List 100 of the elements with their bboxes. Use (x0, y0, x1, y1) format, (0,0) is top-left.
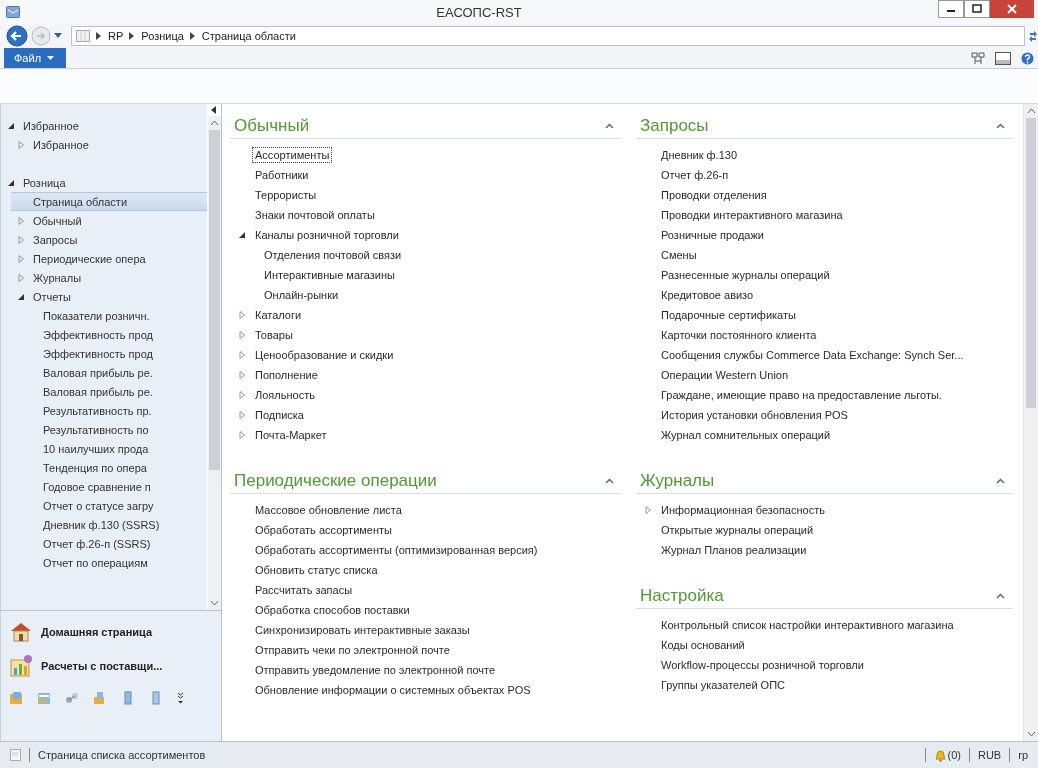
help-icon[interactable] (1021, 51, 1034, 65)
collapse-pane-icon[interactable] (211, 106, 217, 114)
network-icon[interactable] (65, 691, 79, 705)
nav-item[interactable]: Отчет по операциям (21, 553, 207, 572)
company-indicator[interactable]: rp (1018, 749, 1028, 761)
nav-item[interactable]: Отчет о статусе загру (21, 496, 207, 515)
menu-link[interactable]: Коды оснований (658, 637, 748, 653)
menu-link[interactable]: Дневник ф.130 (658, 147, 741, 163)
refresh-icon[interactable] (1028, 30, 1038, 42)
menu-link[interactable]: Лояльность (252, 387, 318, 403)
menu-link[interactable]: Проводки интерактивного магазина (658, 207, 846, 223)
menu-link[interactable]: Синхронизировать интерактивные заказы (252, 622, 473, 638)
collapse-icon[interactable] (996, 123, 1005, 129)
nav-item[interactable]: Эффективность прод (21, 344, 207, 363)
menu-link[interactable]: Сообщения службы Commerce Data Exchange: Synch Ser... (658, 347, 967, 363)
menu-link[interactable]: Операции Western Union (658, 367, 792, 383)
menu-link[interactable]: Обновить статус списка (252, 562, 381, 578)
menu-link[interactable]: Каналы розничной торговли (252, 227, 402, 243)
collapse-icon[interactable] (996, 478, 1005, 484)
nav-item[interactable]: Запросы (11, 230, 207, 249)
menu-link[interactable]: Каталоги (252, 307, 305, 323)
nav-item[interactable]: 10 наилучших прода (21, 439, 207, 458)
menu-link[interactable]: Знаки почтовой оплаты (252, 207, 378, 223)
shortcut-link[interactable]: Расчеты с поставщи... (9, 651, 213, 681)
menu-link[interactable]: История установки обновления POS (658, 407, 851, 423)
more-icon[interactable] (177, 692, 184, 704)
menu-link[interactable]: Ценообразование и скидки (252, 347, 397, 363)
menu-link[interactable]: Товары (252, 327, 296, 343)
menu-link[interactable]: Интерактивные магазины (261, 267, 398, 283)
menu-link[interactable]: Подарочные сертификаты (658, 307, 799, 323)
scroll-up-icon[interactable] (1026, 108, 1036, 114)
nav-item[interactable]: Отчет ф.26-п (SSRS) (21, 534, 207, 553)
pane-icon[interactable] (995, 51, 1011, 65)
nav-item[interactable]: Обычный (11, 211, 207, 230)
menu-link[interactable]: Отчет ф.26-п (658, 167, 732, 183)
menu-link[interactable]: Отправить чеки по электронной почте (252, 642, 453, 658)
menu-link[interactable]: Карточки постоянного клиента (658, 327, 820, 343)
menu-link[interactable]: Обработать ассортименты (оптимизированная версия) (252, 542, 541, 558)
document-icon[interactable] (121, 691, 135, 705)
breadcrumb-link[interactable]: Страница области (201, 30, 296, 42)
menu-link[interactable]: Смены (658, 247, 700, 263)
nav-item[interactable]: Тенденция по опера (21, 458, 207, 477)
nav-item[interactable]: Результативность по (21, 420, 207, 439)
menu-link[interactable]: Почта-Маркет (252, 427, 330, 443)
hierarchy-icon[interactable] (971, 51, 985, 65)
nav-item[interactable]: Избранное (1, 116, 207, 135)
address-field[interactable]: RP Розница Страница области (71, 26, 1025, 46)
menu-link[interactable]: Подписка (252, 407, 307, 423)
nav-item[interactable]: Страница области (11, 192, 207, 211)
currency-indicator[interactable]: RUB (978, 749, 1002, 761)
nav-item[interactable]: Розница (1, 173, 207, 192)
breadcrumb-link[interactable]: RP (108, 30, 124, 42)
menu-link[interactable]: Граждане, имеющие право на предоставление льготы. (658, 387, 945, 403)
menu-link[interactable]: Проводки отделения (658, 187, 770, 203)
menu-link[interactable]: Информационная безопасность (658, 502, 828, 518)
breadcrumb-link[interactable]: Розница (141, 30, 184, 42)
menu-link[interactable]: Открытые журналы операций (658, 522, 817, 538)
menu-link[interactable]: Работники (252, 167, 312, 183)
scroll-up-icon[interactable] (209, 120, 219, 126)
menu-link[interactable]: Онлайн-рынки (261, 287, 342, 303)
menu-link[interactable]: Массовое обновление листа (252, 502, 405, 518)
menu-link[interactable]: Отделения почтовой связи (261, 247, 405, 263)
menu-link[interactable]: Розничные продажи (658, 227, 767, 243)
file-menu-button[interactable]: Файл (4, 48, 67, 68)
collapse-icon[interactable] (996, 593, 1005, 599)
nav-item[interactable]: Журналы (11, 268, 207, 287)
nav-item[interactable]: Валовая прибыль ре. (21, 382, 207, 401)
scrollbar[interactable] (1023, 104, 1038, 741)
scroll-down-icon[interactable] (209, 600, 219, 606)
menu-link[interactable]: Обработка способов поставки (252, 602, 413, 618)
close-icon[interactable] (990, 0, 1034, 18)
scroll-down-icon[interactable] (1026, 731, 1036, 737)
menu-link[interactable]: Обновление информации о системных объектах POS (252, 682, 534, 698)
dropdown-caret-icon[interactable] (54, 33, 62, 39)
menu-link[interactable]: Ассортименты (252, 147, 333, 163)
menu-link[interactable]: Журнал Планов реализации (658, 542, 810, 558)
menu-link[interactable]: Контрольный список настройки интерактивного магазина (658, 617, 957, 633)
maximize-icon[interactable] (964, 0, 990, 18)
nav-item[interactable]: Периодические опера (11, 249, 207, 268)
menu-link[interactable]: Разнесенные журналы операций (658, 267, 833, 283)
menu-link[interactable]: Обработать ассортименты (252, 522, 395, 538)
menu-link[interactable]: Группы указателей ОПС (658, 677, 788, 693)
scroll-thumb[interactable] (1026, 118, 1036, 408)
scroll-thumb[interactable] (208, 130, 220, 470)
nav-item[interactable]: Показатели розничн. (21, 306, 207, 325)
minimize-icon[interactable] (938, 0, 964, 18)
back-icon[interactable] (6, 25, 28, 47)
scrollbar[interactable] (207, 116, 221, 610)
nav-item[interactable]: Годовое сравнение п (21, 477, 207, 496)
collapse-icon[interactable] (605, 478, 614, 484)
menu-link[interactable]: Журнал сомнительных операций (658, 427, 834, 443)
nav-item[interactable]: Избранное (11, 135, 207, 154)
nav-item[interactable]: Валовая прибыль ре. (21, 363, 207, 382)
alerts-indicator[interactable]: (0) (933, 748, 961, 762)
nav-item[interactable]: Результативность пр. (21, 401, 207, 420)
menu-link[interactable]: Отправить уведомление по электронной почте (252, 662, 499, 678)
nav-item[interactable]: Отчеты (11, 287, 207, 306)
menu-link[interactable]: Workflow-процессы розничной торговли (658, 657, 867, 673)
shortcut-link[interactable]: Домашняя страница (9, 617, 213, 647)
nav-item[interactable]: Дневник ф.130 (SSRS) (21, 515, 207, 534)
